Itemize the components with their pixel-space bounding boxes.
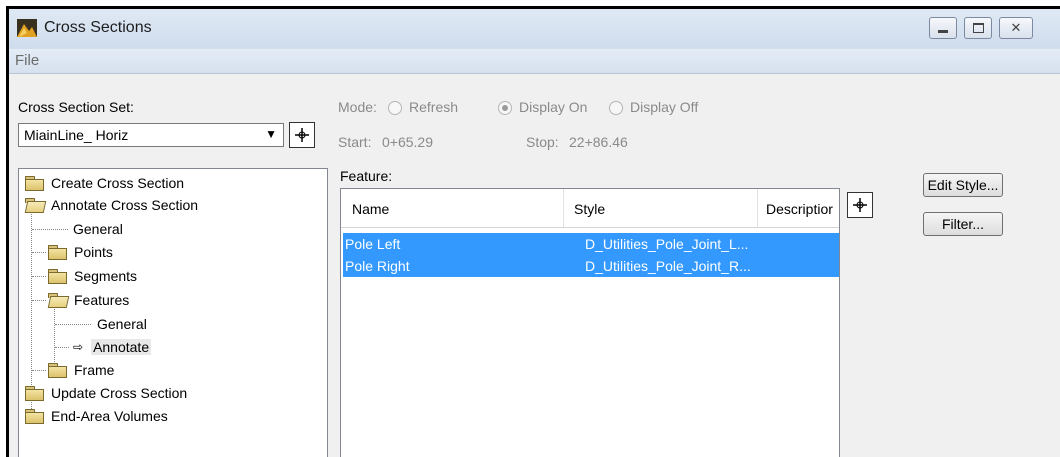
dialog-body: Cross Section Set: MiainLine_ Horiz ▼ Mo… <box>9 74 1060 457</box>
close-button[interactable]: ✕ <box>999 17 1033 39</box>
target-icon <box>853 198 867 212</box>
tree-item-general[interactable]: General <box>73 219 123 239</box>
cross-sections-window: Cross Sections ✕ File Cross Section Set:… <box>6 6 1060 457</box>
stop-label: Stop: <box>526 134 559 150</box>
mode-label: Mode: <box>338 99 377 115</box>
folder-icon <box>48 269 67 284</box>
feature-pick-button[interactable] <box>847 192 873 218</box>
tree-item-label: End-Area Volumes <box>51 408 168 424</box>
title-bar: Cross Sections ✕ <box>9 9 1060 49</box>
tree-item-label: Update Cross Section <box>51 385 188 401</box>
folder-icon <box>25 176 44 191</box>
mode-display-on-label: Display On <box>519 99 588 115</box>
menu-bar: File <box>9 49 1060 74</box>
folder-icon <box>25 386 44 401</box>
target-icon <box>295 128 309 142</box>
tree-item-label: Features <box>74 292 130 308</box>
row-style: D_Utilities_Pole_Joint_R... <box>585 258 751 274</box>
folder-icon <box>25 409 44 424</box>
cross-section-set-select[interactable]: MiainLine_ Horiz ▼ <box>18 123 284 147</box>
navigation-tree[interactable]: Create Cross Section Annotate Cross Sect… <box>18 168 328 457</box>
set-pick-button[interactable] <box>289 122 315 148</box>
column-description[interactable]: Descriptior <box>766 201 833 217</box>
column-name[interactable]: Name <box>352 201 389 217</box>
close-icon: ✕ <box>1010 20 1022 35</box>
tree-item-label: Points <box>74 244 113 260</box>
feature-list-header: Name Style Descriptior <box>341 189 839 228</box>
tree-item-annotate-cross-section[interactable]: Annotate Cross Section <box>25 195 198 215</box>
column-style[interactable]: Style <box>574 201 605 217</box>
tree-item-create-cross-section[interactable]: Create Cross Section <box>25 173 184 193</box>
mode-refresh-radio[interactable] <box>388 101 402 115</box>
filter-button[interactable]: Filter... <box>923 212 1003 236</box>
mode-display-off-label: Display Off <box>630 99 699 115</box>
mode-display-on-radio[interactable] <box>498 101 512 115</box>
minimize-button[interactable] <box>929 17 957 39</box>
cross-section-set-value: MiainLine_ Horiz <box>24 127 129 143</box>
tree-item-label: General <box>73 221 123 237</box>
start-value: 0+65.29 <box>382 134 433 150</box>
folder-open-icon <box>48 293 66 307</box>
folder-icon <box>48 363 67 378</box>
feature-label: Feature: <box>340 168 393 184</box>
edit-style-button[interactable]: Edit Style... <box>923 173 1003 197</box>
start-label: Start: <box>338 134 372 150</box>
tree-item-label: Annotate <box>91 339 152 355</box>
table-row[interactable]: Pole Left D_Utilities_Pole_Joint_L... <box>343 233 839 255</box>
chevron-down-icon: ▼ <box>265 127 277 141</box>
tree-item-end-area-volumes[interactable]: End-Area Volumes <box>25 406 168 426</box>
row-name: Pole Right <box>345 258 410 274</box>
folder-icon <box>48 245 67 260</box>
tree-item-label: Create Cross Section <box>51 175 185 191</box>
tree-item-points[interactable]: Points <box>48 242 113 262</box>
feature-list[interactable]: Name Style Descriptior Pole Left D_Utili… <box>340 188 840 457</box>
menu-file[interactable]: File <box>15 52 39 69</box>
tree-item-label: General <box>97 316 147 332</box>
tree-item-features-general[interactable]: General <box>97 314 147 334</box>
tree-item-frame[interactable]: Frame <box>48 360 114 380</box>
mode-display-off-radio[interactable] <box>609 101 623 115</box>
tree-item-segments[interactable]: Segments <box>48 266 137 286</box>
cross-section-set-label: Cross Section Set: <box>18 99 134 115</box>
row-name: Pole Left <box>345 236 401 252</box>
row-style: D_Utilities_Pole_Joint_L... <box>585 236 749 252</box>
app-icon <box>17 19 37 37</box>
maximize-icon <box>972 23 984 33</box>
window-title: Cross Sections <box>44 19 152 36</box>
tree-item-features[interactable]: Features <box>48 290 129 310</box>
stop-value: 22+86.46 <box>569 134 628 150</box>
minimize-icon <box>938 29 948 33</box>
folder-open-icon <box>25 198 43 212</box>
maximize-button[interactable] <box>964 17 992 39</box>
tree-item-label: Segments <box>74 268 138 284</box>
arrow-right-icon: ⇨ <box>73 340 84 354</box>
mode-refresh-label: Refresh <box>409 99 459 115</box>
tree-item-update-cross-section[interactable]: Update Cross Section <box>25 383 187 403</box>
tree-item-label: Annotate Cross Section <box>51 197 199 213</box>
tree-item-label: Frame <box>74 362 115 378</box>
table-row[interactable]: Pole Right D_Utilities_Pole_Joint_R... <box>343 255 839 277</box>
tree-item-annotate[interactable]: ⇨ Annotate <box>73 337 152 357</box>
